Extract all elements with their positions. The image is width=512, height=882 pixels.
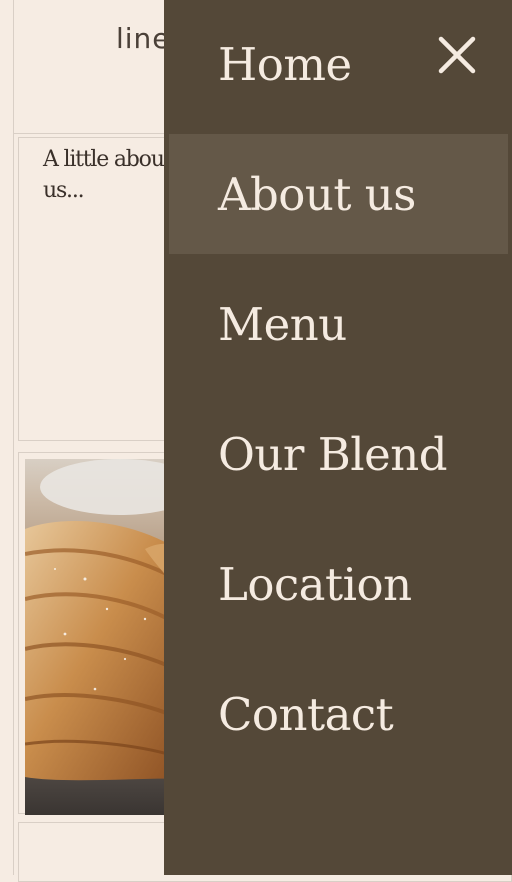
nav-drawer: Home About us Menu Our Blend Location Co… [164, 0, 512, 875]
page-border-line [13, 0, 14, 875]
site-header-text: line [116, 22, 171, 55]
menu-item-label: Home [218, 38, 352, 91]
menu-item-contact[interactable]: Contact [169, 654, 508, 774]
menu-item-label: Location [218, 558, 412, 611]
menu-item-label: Our Blend [218, 428, 448, 481]
menu-item-location[interactable]: Location [169, 524, 508, 644]
menu-item-our-blend[interactable]: Our Blend [169, 394, 508, 514]
menu-item-about-us[interactable]: About us [169, 134, 508, 254]
menu-item-label: About us [218, 168, 416, 221]
menu-item-home[interactable]: Home [169, 4, 508, 124]
about-heading: A little about us... [43, 147, 173, 203]
menu-item-label: Menu [218, 298, 347, 351]
menu-item-menu[interactable]: Menu [169, 264, 508, 384]
menu-item-label: Contact [218, 688, 394, 741]
croissant-photo [25, 459, 185, 815]
